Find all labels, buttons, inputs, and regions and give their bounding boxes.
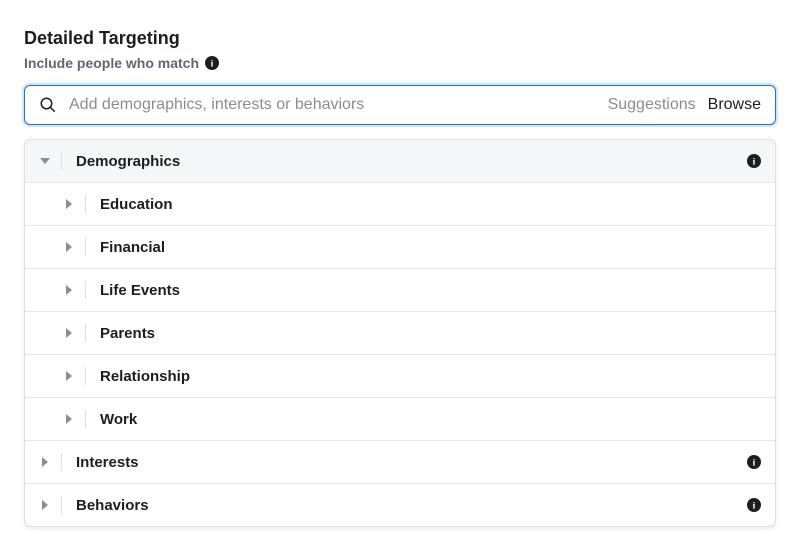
subcategory-life-events[interactable]: Life Events bbox=[25, 269, 775, 312]
subcategory-label: Parents bbox=[100, 325, 155, 342]
svg-text:i: i bbox=[211, 59, 214, 70]
category-demographics[interactable]: Demographics i bbox=[25, 140, 775, 183]
subcategory-label: Education bbox=[100, 196, 173, 213]
info-icon[interactable]: i bbox=[747, 154, 761, 168]
chevron-right-icon bbox=[63, 328, 75, 338]
category-label: Interests bbox=[76, 454, 747, 471]
chevron-right-icon bbox=[39, 457, 51, 467]
category-interests[interactable]: Interests i bbox=[25, 441, 775, 484]
divider bbox=[85, 238, 86, 256]
divider bbox=[61, 496, 62, 514]
category-label: Demographics bbox=[76, 153, 747, 170]
svg-text:i: i bbox=[753, 501, 756, 512]
chevron-right-icon bbox=[39, 500, 51, 510]
search-icon bbox=[39, 96, 57, 114]
svg-text:i: i bbox=[753, 458, 756, 469]
search-box[interactable]: Suggestions Browse bbox=[24, 85, 776, 125]
subcategory-financial[interactable]: Financial bbox=[25, 226, 775, 269]
chevron-right-icon bbox=[63, 285, 75, 295]
svg-text:i: i bbox=[753, 157, 756, 168]
targeting-dropdown: Demographics i Education Financial Life … bbox=[24, 139, 776, 527]
chevron-down-icon bbox=[39, 158, 51, 164]
divider bbox=[61, 453, 62, 471]
divider bbox=[85, 324, 86, 342]
subcategory-label: Life Events bbox=[100, 282, 180, 299]
divider bbox=[85, 281, 86, 299]
chevron-right-icon bbox=[63, 242, 75, 252]
info-icon[interactable]: i bbox=[205, 56, 219, 70]
subcategory-label: Work bbox=[100, 411, 137, 428]
info-icon[interactable]: i bbox=[747, 455, 761, 469]
chevron-right-icon bbox=[63, 414, 75, 424]
search-input[interactable] bbox=[69, 96, 596, 114]
subcategory-label: Relationship bbox=[100, 368, 190, 385]
subcategory-parents[interactable]: Parents bbox=[25, 312, 775, 355]
suggestions-link[interactable]: Suggestions bbox=[608, 96, 696, 114]
divider bbox=[85, 410, 86, 428]
subcategory-education[interactable]: Education bbox=[25, 183, 775, 226]
category-label: Behaviors bbox=[76, 497, 747, 514]
chevron-right-icon bbox=[63, 371, 75, 381]
category-behaviors[interactable]: Behaviors i bbox=[25, 484, 775, 526]
chevron-right-icon bbox=[63, 199, 75, 209]
section-title: Detailed Targeting bbox=[24, 28, 776, 49]
divider bbox=[85, 367, 86, 385]
subcategory-relationship[interactable]: Relationship bbox=[25, 355, 775, 398]
divider bbox=[61, 152, 62, 170]
subcategory-work[interactable]: Work bbox=[25, 398, 775, 441]
divider bbox=[85, 195, 86, 213]
subtitle-row: Include people who match i bbox=[24, 55, 776, 71]
info-icon[interactable]: i bbox=[747, 498, 761, 512]
subcategory-label: Financial bbox=[100, 239, 165, 256]
subtitle-text: Include people who match bbox=[24, 55, 199, 71]
browse-link[interactable]: Browse bbox=[708, 96, 761, 114]
